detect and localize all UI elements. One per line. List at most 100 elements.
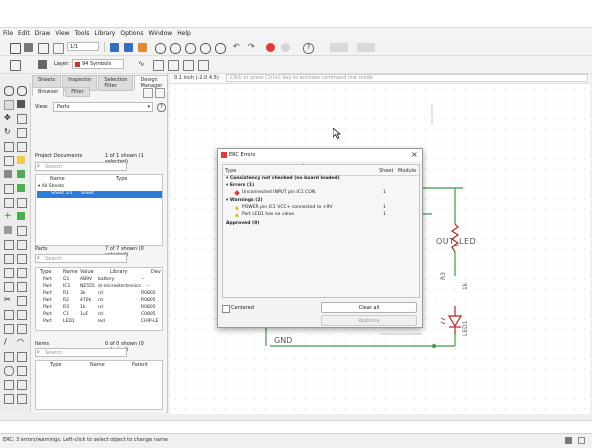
redo-icon[interactable]: ↷ xyxy=(248,43,257,52)
menu-edit[interactable]: Edit xyxy=(18,30,30,37)
erc-icon[interactable] xyxy=(17,268,27,278)
add-icon[interactable] xyxy=(17,156,25,164)
table-row[interactable]: Part R2 470k rcl R0805 xyxy=(36,298,162,304)
frame-icon[interactable] xyxy=(4,282,14,292)
parts-search[interactable]: Search xyxy=(35,254,127,263)
centered-checkbox[interactable] xyxy=(222,305,230,313)
net-label-out-led[interactable]: OUT_LED xyxy=(436,237,476,246)
menu-help[interactable]: Help xyxy=(177,30,191,37)
warning-row[interactable]: ▲ Part LED1 has no value 1 xyxy=(235,212,415,219)
view-select[interactable]: Parts ▾ xyxy=(53,102,153,112)
fusion-sync-icon[interactable] xyxy=(357,43,375,52)
settings-icon[interactable] xyxy=(565,437,572,444)
delete-icon[interactable] xyxy=(4,156,14,166)
cursor-mode-icon[interactable] xyxy=(143,88,153,98)
table-row[interactable]: Part C1 1uF rcl C0805 xyxy=(36,312,162,318)
polygon-icon[interactable] xyxy=(17,352,27,362)
wire-bend-icon[interactable]: ∿ xyxy=(138,60,147,69)
menu-window[interactable]: Window xyxy=(149,30,173,37)
zoom-in-icon[interactable] xyxy=(170,43,181,54)
grid-icon[interactable] xyxy=(10,60,21,71)
menu-options[interactable]: Options xyxy=(120,30,143,37)
paste-icon[interactable] xyxy=(17,142,27,152)
menu-draw[interactable]: Draw xyxy=(35,30,51,37)
group-icon[interactable] xyxy=(4,142,14,152)
show-icon[interactable] xyxy=(17,86,27,96)
stop-icon[interactable] xyxy=(266,43,275,52)
zoom-redraw-icon[interactable] xyxy=(200,43,211,54)
table-row[interactable]: Part LED1 led CHIP-LE xyxy=(36,319,162,325)
approved-group[interactable]: Approved (0) xyxy=(226,221,259,226)
replace-icon[interactable] xyxy=(4,170,12,178)
fullscreen-icon[interactable] xyxy=(578,437,585,444)
net-label-gnd[interactable]: GND xyxy=(274,336,292,345)
move-icon[interactable]: ✥ xyxy=(4,114,12,122)
wire-icon[interactable]: ∕ xyxy=(4,338,12,346)
bend-style-4-icon[interactable] xyxy=(198,60,209,71)
menu-tools[interactable]: Tools xyxy=(75,30,90,37)
circle-icon[interactable] xyxy=(4,366,14,376)
panel-options-icon[interactable] xyxy=(155,88,165,98)
bend-style-1-icon[interactable] xyxy=(153,60,164,71)
hole-icon[interactable] xyxy=(17,324,27,334)
copy-icon[interactable] xyxy=(17,114,27,124)
consistency-row[interactable]: ▾ Consistency not checked (no board load… xyxy=(226,176,340,181)
bend-style-3-icon[interactable] xyxy=(183,60,194,71)
sheet-select[interactable]: 1/1 xyxy=(67,42,99,51)
gateswap-icon[interactable] xyxy=(17,170,25,178)
error-row[interactable]: Unconnected INPUT pin IC1 CON 1 xyxy=(234,190,415,197)
pinswap-icon[interactable] xyxy=(4,184,14,194)
board-icon[interactable] xyxy=(110,43,119,52)
design-link-icon[interactable] xyxy=(330,43,348,52)
simulate-icon[interactable] xyxy=(17,380,27,390)
zoom-out-icon[interactable] xyxy=(185,43,196,54)
ulp-icon[interactable] xyxy=(138,43,147,52)
zoom-select-icon[interactable] xyxy=(215,43,226,54)
table-row[interactable]: Part R3 1k rcl R0805 xyxy=(36,305,162,311)
pin-icon[interactable] xyxy=(17,366,27,376)
run-ulp-icon[interactable] xyxy=(17,394,27,404)
table-row[interactable]: Part R1 3k rcl R0805 xyxy=(36,291,162,297)
tree-root[interactable]: ▾ All Sheets xyxy=(38,184,64,189)
go-icon[interactable] xyxy=(281,43,290,52)
filter-icon[interactable] xyxy=(38,60,47,69)
approve-button[interactable]: Approve xyxy=(321,315,417,326)
mark-icon[interactable] xyxy=(17,310,27,320)
warnings-group[interactable]: ▾ Warnings (2) xyxy=(226,198,263,203)
mirror-icon[interactable] xyxy=(17,128,27,138)
value-icon[interactable] xyxy=(4,240,14,250)
junction-icon[interactable] xyxy=(4,268,14,278)
info-icon[interactable] xyxy=(4,86,14,96)
undo-icon[interactable]: ↶ xyxy=(233,43,242,52)
name-icon[interactable] xyxy=(4,226,12,234)
split-icon[interactable] xyxy=(4,198,14,208)
print-icon[interactable] xyxy=(38,43,49,54)
layers-icon[interactable] xyxy=(17,100,25,108)
items-search[interactable]: Search xyxy=(35,348,127,357)
table-row[interactable]: Part IC1 NE555 st-microelectronics -- xyxy=(36,284,162,290)
menu-view[interactable]: View xyxy=(55,30,69,37)
net-icon[interactable]: + xyxy=(4,212,12,221)
zoom-fit-icon[interactable] xyxy=(155,43,166,54)
bend-style-2-icon[interactable] xyxy=(168,60,179,71)
cam-icon[interactable] xyxy=(53,43,64,54)
attribute-icon[interactable] xyxy=(17,254,27,264)
schematic-icon[interactable] xyxy=(124,43,133,52)
close-icon[interactable]: × xyxy=(411,150,418,159)
save-icon[interactable] xyxy=(24,43,33,52)
text-icon[interactable] xyxy=(4,324,14,334)
warning-row[interactable]: ▲ POWER pin IC1 VCC+ connected to +9V 1 xyxy=(235,205,415,212)
project-docs-search[interactable]: Search xyxy=(35,162,127,171)
miter-icon[interactable] xyxy=(17,198,27,208)
open-icon[interactable] xyxy=(10,43,21,54)
tree-item-sheet-1[interactable]: Sheet 1/1 Sheet xyxy=(37,191,162,198)
dimension-icon[interactable] xyxy=(17,282,27,292)
table-row[interactable]: Part G1 AB9V battery -- xyxy=(36,277,162,283)
layer-select[interactable]: 94 Symbols xyxy=(72,59,124,69)
menu-file[interactable]: File xyxy=(3,30,13,37)
help-icon[interactable]: ? xyxy=(303,43,314,54)
scissors-icon[interactable]: ✂ xyxy=(4,296,12,304)
help-icon[interactable]: ? xyxy=(157,103,166,112)
select-icon[interactable] xyxy=(4,100,14,110)
tab-filter[interactable]: Filter xyxy=(65,87,90,97)
